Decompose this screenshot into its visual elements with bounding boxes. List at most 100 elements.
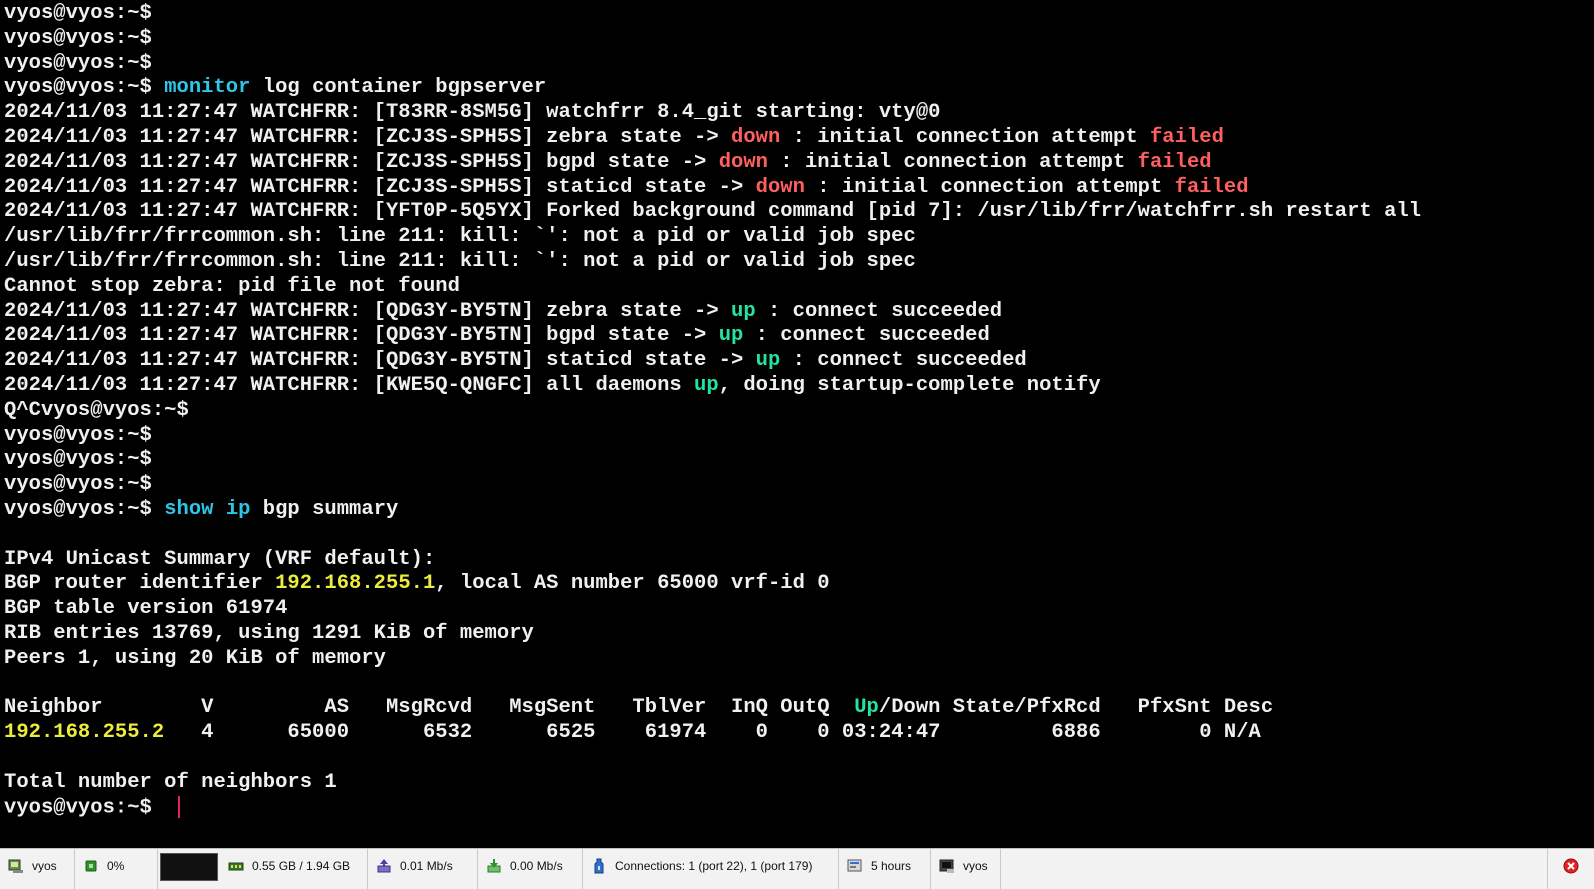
terminal-text: BGP table version 61974 — [4, 597, 288, 621]
terminal-text: , doing startup-complete notify — [718, 373, 1101, 397]
terminal-window[interactable]: vyos@vyos:~$ vyos@vyos:~$ vyos@vyos:~$ vyos… — [0, 0, 1594, 848]
terminal-line: Total number of neighbors 1 — [4, 771, 1421, 796]
terminal-text: vyos@vyos:~$ — [4, 473, 152, 497]
terminal-line: IPv4 Unicast Summary (VRF default): — [4, 548, 1421, 573]
terminal-line: vyos@vyos:~$ — [4, 27, 1421, 52]
terminal-line: vyos@vyos:~$ — [4, 2, 1421, 27]
terminal-text: down — [731, 125, 781, 149]
terminal-text: log container bgpserver — [250, 76, 547, 100]
terminal-text: Cannot stop zebra: pid file not found — [4, 274, 460, 298]
terminal-text: : connect succeeded — [780, 349, 1027, 373]
terminal-text: 2024/11/03 11:27:47 WATCHFRR: [ZCJ3S-SPH… — [4, 175, 756, 199]
terminal-text: 2024/11/03 11:27:47 WATCHFRR: [QDG3Y-BY5… — [4, 324, 719, 348]
server-icon — [8, 859, 23, 873]
terminal-text: down — [755, 175, 805, 199]
terminal-text: 2024/11/03 11:27:47 WATCHFRR: [YFT0P-5Q5… — [4, 200, 1422, 224]
terminal-line: Q^Cvyos@vyos:~$ — [4, 399, 1421, 424]
terminal-line: RIB entries 13769, using 1291 KiB of mem… — [4, 622, 1421, 647]
terminal-text: , local AS number 65000 vrf-id 0 — [435, 572, 830, 596]
terminal-text: Total number of neighbors 1 — [4, 770, 337, 794]
status-host-label: vyos — [32, 859, 57, 873]
terminal-line: Cannot stop zebra: pid file not found — [4, 275, 1421, 300]
terminal-text: ip — [225, 497, 251, 521]
terminal-text: RIB entries 13769, using 1291 KiB of mem… — [4, 621, 534, 645]
terminal-line: 2024/11/03 11:27:47 WATCHFRR: [QDG3Y-BY5… — [4, 300, 1421, 325]
terminal-text: up — [694, 373, 719, 397]
terminal-line: BGP table version 61974 — [4, 597, 1421, 622]
status-cpu-label: 0% — [107, 859, 125, 873]
terminal-text: 4 65000 6532 6525 61974 0 0 03:24:47 688… — [164, 721, 1261, 745]
terminal-text: IPv4 Unicast Summary (VRF default): — [4, 547, 436, 571]
terminal-line: 2024/11/03 11:27:47 WATCHFRR: [YFT0P-5Q5… — [4, 200, 1421, 225]
status-memory[interactable]: 0.55 GB / 1.94 GB — [220, 849, 368, 889]
terminal-text: /usr/lib/frr/frrcommon.sh: line 211: kil… — [4, 225, 916, 249]
status-host[interactable]: vyos — [0, 849, 75, 889]
close-icon — [1563, 858, 1579, 874]
status-connections[interactable]: Connections: 1 (port 22), 1 (port 179) — [583, 849, 839, 889]
terminal-text: Q^Cvyos@vyos:~$ — [4, 398, 189, 422]
terminal-line: 192.168.255.2 4 65000 6532 6525 61974 0 … — [4, 721, 1421, 746]
terminal-icon — [939, 859, 954, 873]
terminal-line: Neighbor V AS MsgRcvd MsgSent TblVer InQ… — [4, 696, 1421, 721]
status-uptime-label: 5 hours — [871, 859, 912, 873]
terminal-text: bgp summary — [250, 497, 399, 521]
terminal-text: 2024/11/03 11:27:47 WATCHFRR: [ZCJ3S-SPH… — [4, 125, 731, 149]
terminal-text: 2024/11/03 11:27:47 WATCHFRR: [ZCJ3S-SPH… — [4, 150, 719, 174]
status-spacer — [1001, 849, 1548, 889]
terminal-line: 2024/11/03 11:27:47 WATCHFRR: [QDG3Y-BY5… — [4, 349, 1421, 374]
terminal-text: up — [731, 299, 756, 323]
terminal-text: vyos@vyos:~$ — [4, 423, 152, 447]
terminal-line: vyos@vyos:~$ — [4, 473, 1421, 498]
terminal-line: 2024/11/03 11:27:47 WATCHFRR: [QDG3Y-BY5… — [4, 324, 1421, 349]
status-session[interactable]: vyos — [931, 849, 1001, 889]
terminal-text: : connect succeeded — [755, 299, 1003, 323]
close-session-button[interactable] — [1548, 849, 1594, 889]
terminal-line: /usr/lib/frr/frrcommon.sh: line 211: kil… — [4, 250, 1421, 275]
terminal-text: BGP router identifier — [4, 572, 276, 596]
status-session-label: vyos — [963, 859, 988, 873]
terminal-text: up — [755, 349, 781, 373]
terminal-text: : initial connection attempt — [767, 150, 1138, 174]
status-cpu[interactable]: 0% — [75, 849, 158, 889]
terminal-output: vyos@vyos:~$ vyos@vyos:~$ vyos@vyos:~$ vyos… — [4, 2, 1421, 820]
terminal-text: up — [718, 324, 744, 348]
terminal-line: BGP router identifier 192.168.255.1, loc… — [4, 572, 1421, 597]
status-connections-label: Connections: 1 (port 22), 1 (port 179) — [615, 859, 813, 873]
terminal-line: vyos@vyos:~$ — [4, 448, 1421, 473]
terminal-text: vyos@vyos:~$ — [4, 76, 165, 100]
terminal-text: : initial connection attempt — [804, 175, 1175, 199]
terminal-line: vyos@vyos:~$ — [4, 424, 1421, 449]
terminal-cursor — [178, 795, 181, 818]
terminal-text: vyos@vyos:~$ — [4, 2, 152, 25]
terminal-line: /usr/lib/frr/frrcommon.sh: line 211: kil… — [4, 225, 1421, 250]
terminal-text: failed — [1137, 150, 1212, 174]
connection-icon — [594, 858, 604, 874]
terminal-line: 2024/11/03 11:27:47 WATCHFRR: [T83RR-8SM… — [4, 101, 1421, 126]
cpu-graph — [160, 853, 218, 881]
terminal-text: 2024/11/03 11:27:47 WATCHFRR: [QDG3Y-BY5… — [4, 299, 731, 323]
status-upload[interactable]: 0.01 Mb/s — [368, 849, 478, 889]
terminal-text: vyos@vyos:~$ — [4, 795, 165, 819]
terminal-text: monitor — [164, 76, 251, 100]
memory-icon — [228, 862, 244, 871]
terminal-text: down — [718, 150, 768, 174]
cpu-icon — [85, 860, 97, 872]
status-download[interactable]: 0.00 Mb/s — [478, 849, 583, 889]
terminal-text: Up — [854, 696, 879, 720]
terminal-text: 2024/11/03 11:27:47 WATCHFRR: [QDG3Y-BY5… — [4, 349, 756, 373]
terminal-text: 192.168.255.2 — [4, 721, 165, 745]
status-bar: vyos 0% 0.55 GB / 1.94 GB 0.01 Mb/s 0.00… — [0, 848, 1594, 889]
terminal-text: 2024/11/03 11:27:47 WATCHFRR: [T83RR-8SM… — [4, 101, 941, 125]
status-memory-label: 0.55 GB / 1.94 GB — [252, 859, 351, 873]
terminal-text: vyos@vyos:~$ — [4, 448, 152, 472]
status-upload-label: 0.01 Mb/s — [400, 859, 453, 873]
terminal-text: failed — [1149, 125, 1224, 149]
terminal-text: : initial connection attempt — [780, 125, 1150, 149]
status-uptime[interactable]: 5 hours — [839, 849, 931, 889]
upload-icon — [377, 859, 391, 873]
terminal-text: failed — [1174, 175, 1249, 199]
